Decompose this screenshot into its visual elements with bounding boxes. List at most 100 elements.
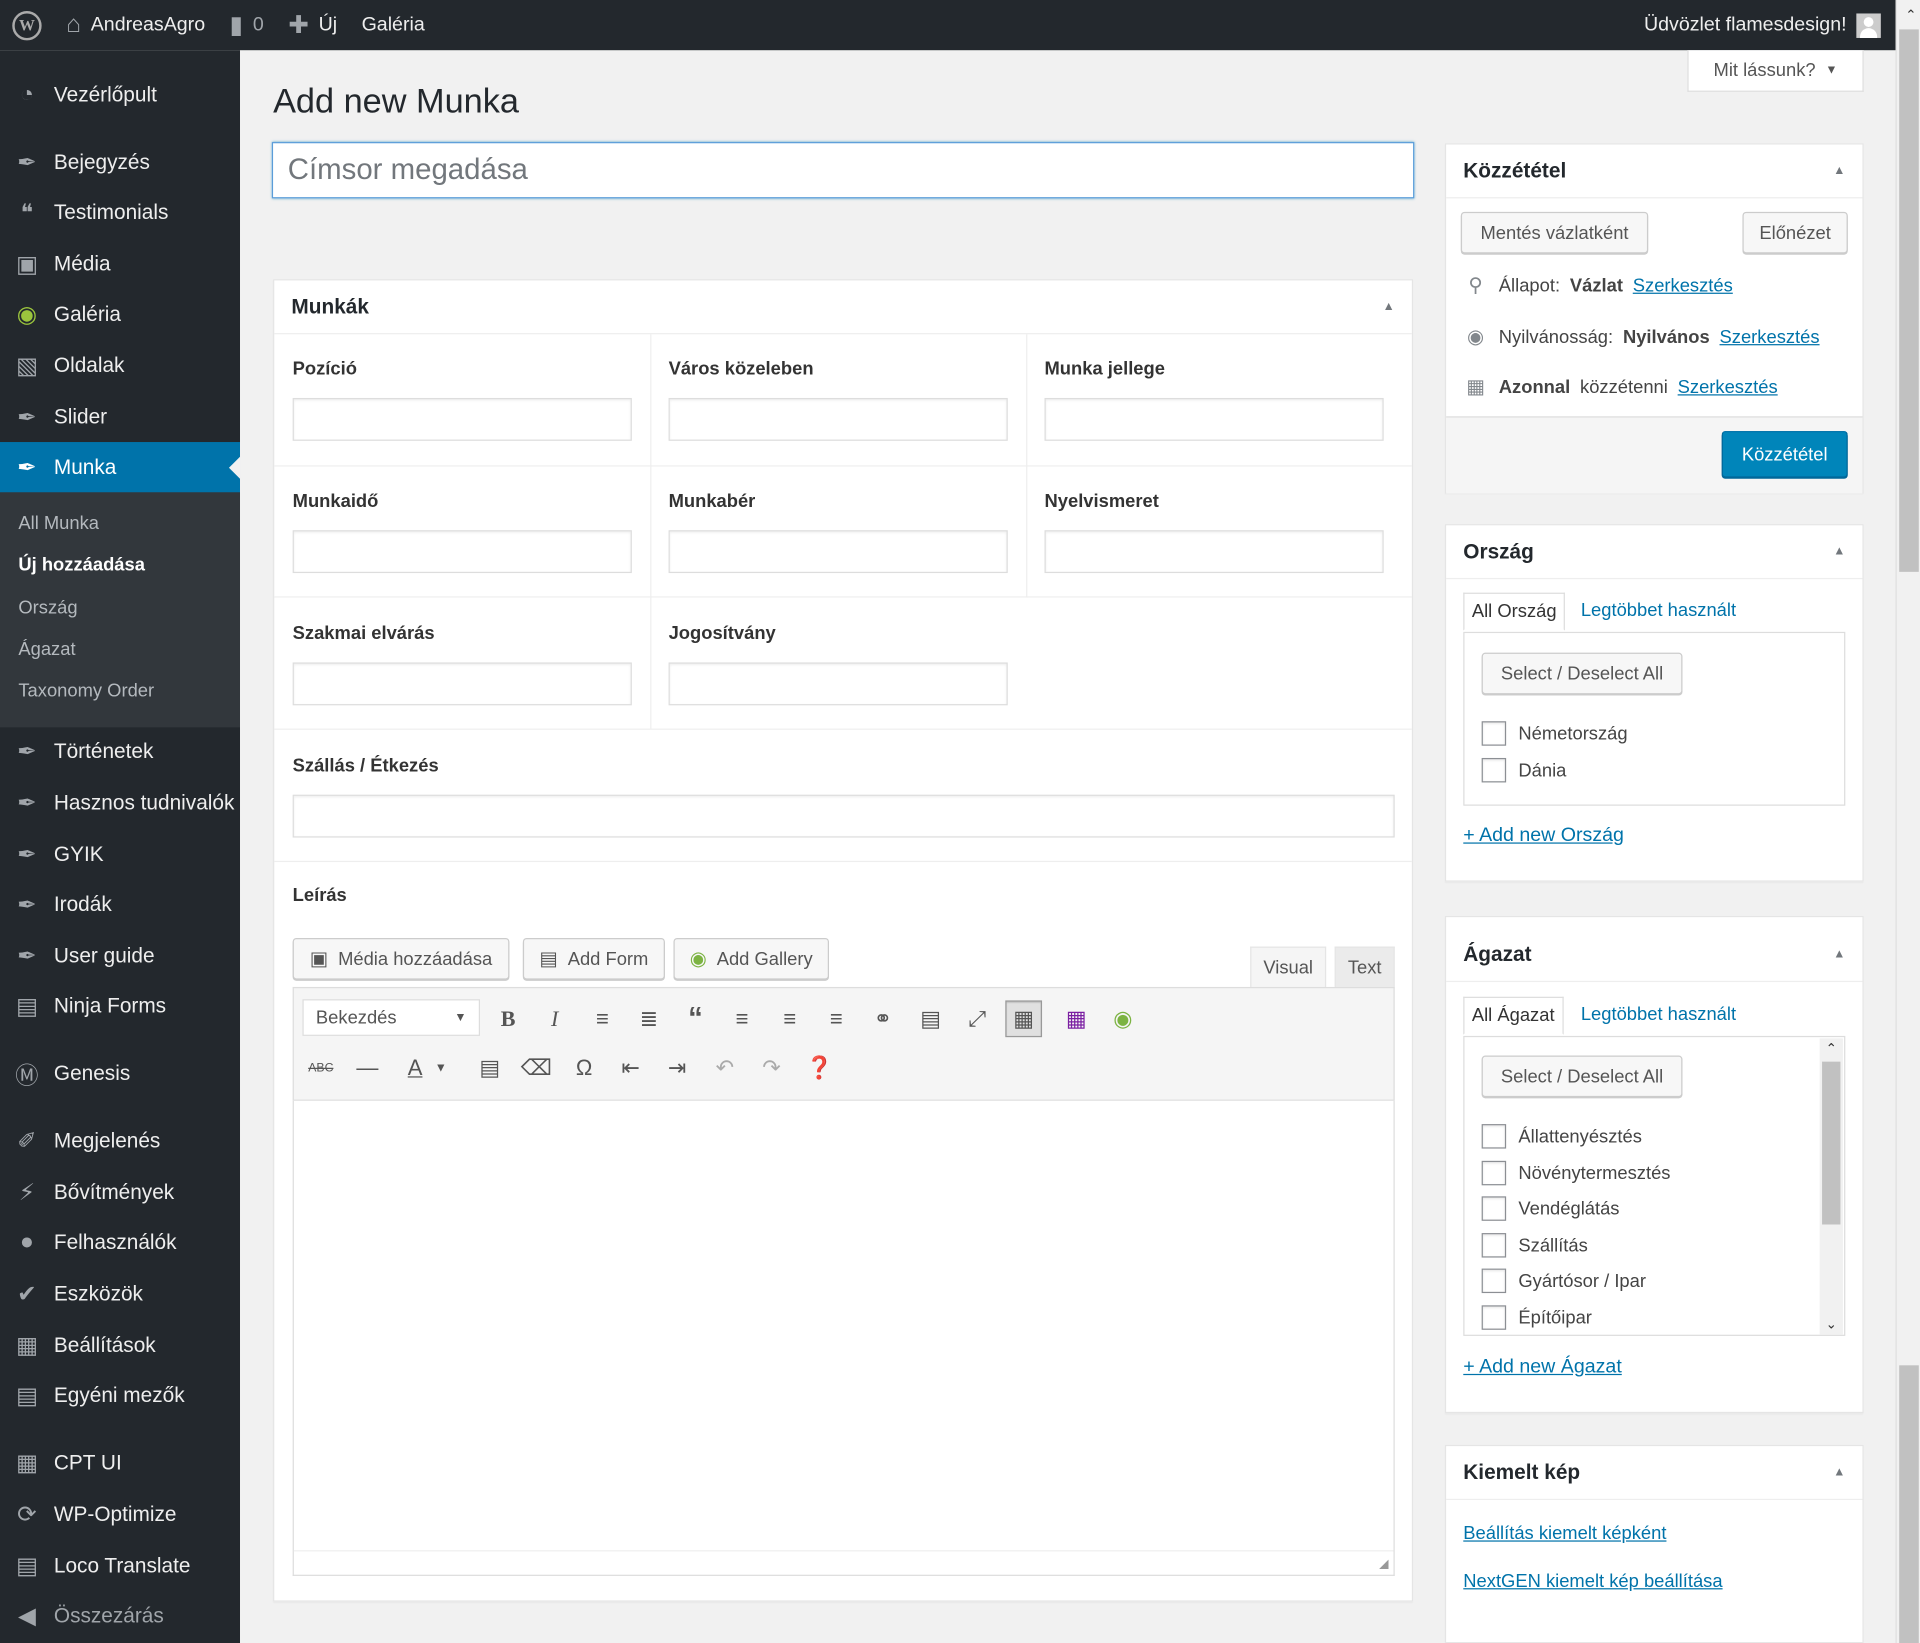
menu-appearance[interactable]: ✐ Megjelenés: [0, 1116, 240, 1167]
set-featured-image-link[interactable]: Beállítás kiemelt képként: [1463, 1523, 1666, 1544]
site-name-menu[interactable]: ⌂ AndreasAgro: [54, 0, 217, 50]
tab-text[interactable]: Text: [1334, 946, 1395, 989]
pozicio-input[interactable]: [292, 397, 632, 441]
page-scrollbar[interactable]: ⌃: [1895, 0, 1920, 1643]
agazat-item[interactable]: Építőipar: [1481, 1305, 1592, 1330]
gallery-menu[interactable]: Galéria: [349, 0, 437, 50]
collapse-arrow-icon[interactable]: ▲: [1833, 1466, 1845, 1479]
munkaido-input[interactable]: [292, 530, 632, 574]
checkbox[interactable]: [1481, 721, 1507, 746]
orszag-header[interactable]: Ország ▲: [1446, 525, 1863, 580]
submenu-add-new[interactable]: Új hozzáadása: [18, 555, 145, 576]
jogositvany-input[interactable]: [668, 662, 1008, 706]
read-more-icon[interactable]: ▤: [912, 1000, 949, 1037]
outdent-icon[interactable]: ⇤: [612, 1049, 649, 1086]
preview-button[interactable]: Előnézet: [1742, 211, 1848, 254]
scroll-up-icon[interactable]: ⌃: [1899, 5, 1920, 26]
collapse-arrow-icon[interactable]: ▲: [1833, 545, 1845, 558]
tab-all-orszag[interactable]: All Ország: [1463, 592, 1566, 631]
menu-settings[interactable]: ▦ Beállítások: [0, 1320, 240, 1371]
menu-tools[interactable]: ✔ Eszközök: [0, 1269, 240, 1320]
menu-loco-translate[interactable]: ▤ Loco Translate: [0, 1540, 240, 1591]
submenu-agazat[interactable]: Ágazat: [18, 639, 75, 660]
scroll-thumb[interactable]: [1899, 29, 1919, 572]
publish-header[interactable]: Közzététel ▲: [1446, 144, 1863, 199]
menu-pages[interactable]: ▧ Oldalak: [0, 340, 240, 391]
undo-icon[interactable]: ↶: [707, 1049, 744, 1086]
munkak-header[interactable]: Munkák ▲: [274, 280, 1412, 335]
orszag-item[interactable]: Németország: [1481, 721, 1628, 746]
agazat-scrollbar[interactable]: ⌃ ⌄: [1819, 1038, 1843, 1335]
menu-custom-fields[interactable]: ▤ Egyéni mezők: [0, 1370, 240, 1421]
szallas-input[interactable]: [292, 794, 1395, 838]
agazat-select-all-button[interactable]: Select / Deselect All: [1481, 1055, 1683, 1098]
menu-gallery[interactable]: ◉ Galéria: [0, 289, 240, 340]
edit-status-link[interactable]: Szerkesztés: [1633, 275, 1733, 296]
agazat-item[interactable]: Gyártósor / Ipar: [1481, 1268, 1646, 1294]
paste-text-icon[interactable]: ▤: [471, 1049, 508, 1086]
menu-munka[interactable]: ✒ Munka: [0, 442, 241, 494]
help-icon[interactable]: ❓: [801, 1049, 838, 1086]
agazat-item[interactable]: Növénytermesztés: [1481, 1160, 1670, 1186]
resize-handle-icon[interactable]: ◢: [1379, 1558, 1388, 1571]
blockquote-icon[interactable]: “: [677, 1000, 714, 1037]
agazat-item[interactable]: Szállítás: [1481, 1233, 1588, 1258]
menu-user-guide[interactable]: ✒ User guide: [0, 931, 240, 982]
submenu-taxonomy-order[interactable]: Taxonomy Order: [18, 681, 154, 702]
text-color-icon[interactable]: A: [397, 1049, 434, 1086]
add-new-agazat-link[interactable]: + Add new Ágazat: [1463, 1357, 1621, 1379]
orszag-select-all-button[interactable]: Select / Deselect All: [1481, 652, 1683, 695]
tab-popular-agazat[interactable]: Legtöbbet használt: [1581, 1004, 1736, 1025]
align-right-icon[interactable]: ≡: [818, 1000, 855, 1037]
checkbox[interactable]: [1481, 1305, 1507, 1330]
tab-popular-orszag[interactable]: Legtöbbet használt: [1581, 600, 1736, 621]
tab-visual[interactable]: Visual: [1250, 946, 1327, 989]
link-icon[interactable]: ⚭: [864, 1000, 901, 1037]
edit-schedule-link[interactable]: Szerkesztés: [1678, 377, 1778, 398]
save-draft-button[interactable]: Mentés vázlatként: [1460, 211, 1649, 254]
collapse-arrow-icon[interactable]: ▲: [1833, 164, 1845, 177]
submenu-orszag[interactable]: Ország: [18, 598, 77, 619]
wp-logo-menu[interactable]: W: [0, 0, 54, 50]
munkaber-input[interactable]: [668, 530, 1008, 574]
scroll-up-icon[interactable]: ⌃: [1820, 1038, 1843, 1059]
nextgen-featured-image-link[interactable]: NextGEN kiemelt kép beállítása: [1463, 1571, 1722, 1592]
menu-ninja-forms[interactable]: ▤ Ninja Forms: [0, 981, 240, 1032]
jelleg-input[interactable]: [1044, 397, 1384, 441]
align-left-icon[interactable]: ≡: [724, 1000, 761, 1037]
align-center-icon[interactable]: ≡: [771, 1000, 808, 1037]
special-character-icon[interactable]: Ω: [566, 1049, 603, 1086]
tab-all-agazat[interactable]: All Ágazat: [1463, 996, 1564, 1035]
menu-gyik[interactable]: ✒ GYIK: [0, 829, 240, 880]
menu-dashboard[interactable]: ◔ Vezérlőpult: [0, 70, 240, 121]
add-media-button[interactable]: ▣ Média hozzáadása: [292, 937, 510, 980]
add-gallery-button[interactable]: ◉ Add Gallery: [673, 937, 829, 980]
bullet-list-icon[interactable]: ≡: [584, 1000, 621, 1037]
varos-input[interactable]: [668, 397, 1008, 441]
my-account-menu[interactable]: Üdvözlet flamesdesign!: [1632, 0, 1896, 50]
agazat-item[interactable]: Vendéglátás: [1481, 1196, 1619, 1221]
scroll-thumb[interactable]: [1822, 1061, 1841, 1225]
checkbox[interactable]: [1481, 1268, 1507, 1294]
new-content-menu[interactable]: ✚ Új: [276, 0, 349, 50]
featured-image-header[interactable]: Kiemelt kép ▲: [1446, 1446, 1863, 1501]
strikethrough-icon[interactable]: ABC: [302, 1049, 339, 1086]
scroll-thumb[interactable]: [1899, 1365, 1919, 1643]
add-form-button[interactable]: ▤ Add Form: [522, 937, 665, 980]
menu-wp-optimize[interactable]: ⟳ WP-Optimize: [0, 1489, 240, 1540]
nyelv-input[interactable]: [1044, 530, 1384, 574]
collapse-arrow-icon[interactable]: ▲: [1833, 948, 1845, 961]
caret-down-icon[interactable]: ▼: [431, 1049, 451, 1086]
menu-slider[interactable]: ✒ Slider: [0, 392, 240, 443]
italic-icon[interactable]: I: [536, 1000, 573, 1037]
submenu-all-munka[interactable]: All Munka: [18, 513, 99, 534]
edit-visibility-link[interactable]: Szerkesztés: [1720, 326, 1820, 347]
toolbar-toggle-icon[interactable]: ▦: [1005, 1000, 1043, 1038]
nextgen-gallery-icon[interactable]: ◉: [1104, 1000, 1141, 1037]
clear-formatting-icon[interactable]: ⌫: [518, 1049, 555, 1086]
publish-button[interactable]: Közzététel: [1721, 431, 1848, 478]
checkbox[interactable]: [1481, 1124, 1507, 1149]
screen-options-button[interactable]: Mit lássunk? ▼: [1687, 50, 1864, 92]
checkbox[interactable]: [1481, 1196, 1507, 1221]
menu-irodak[interactable]: ✒ Irodák: [0, 879, 240, 930]
